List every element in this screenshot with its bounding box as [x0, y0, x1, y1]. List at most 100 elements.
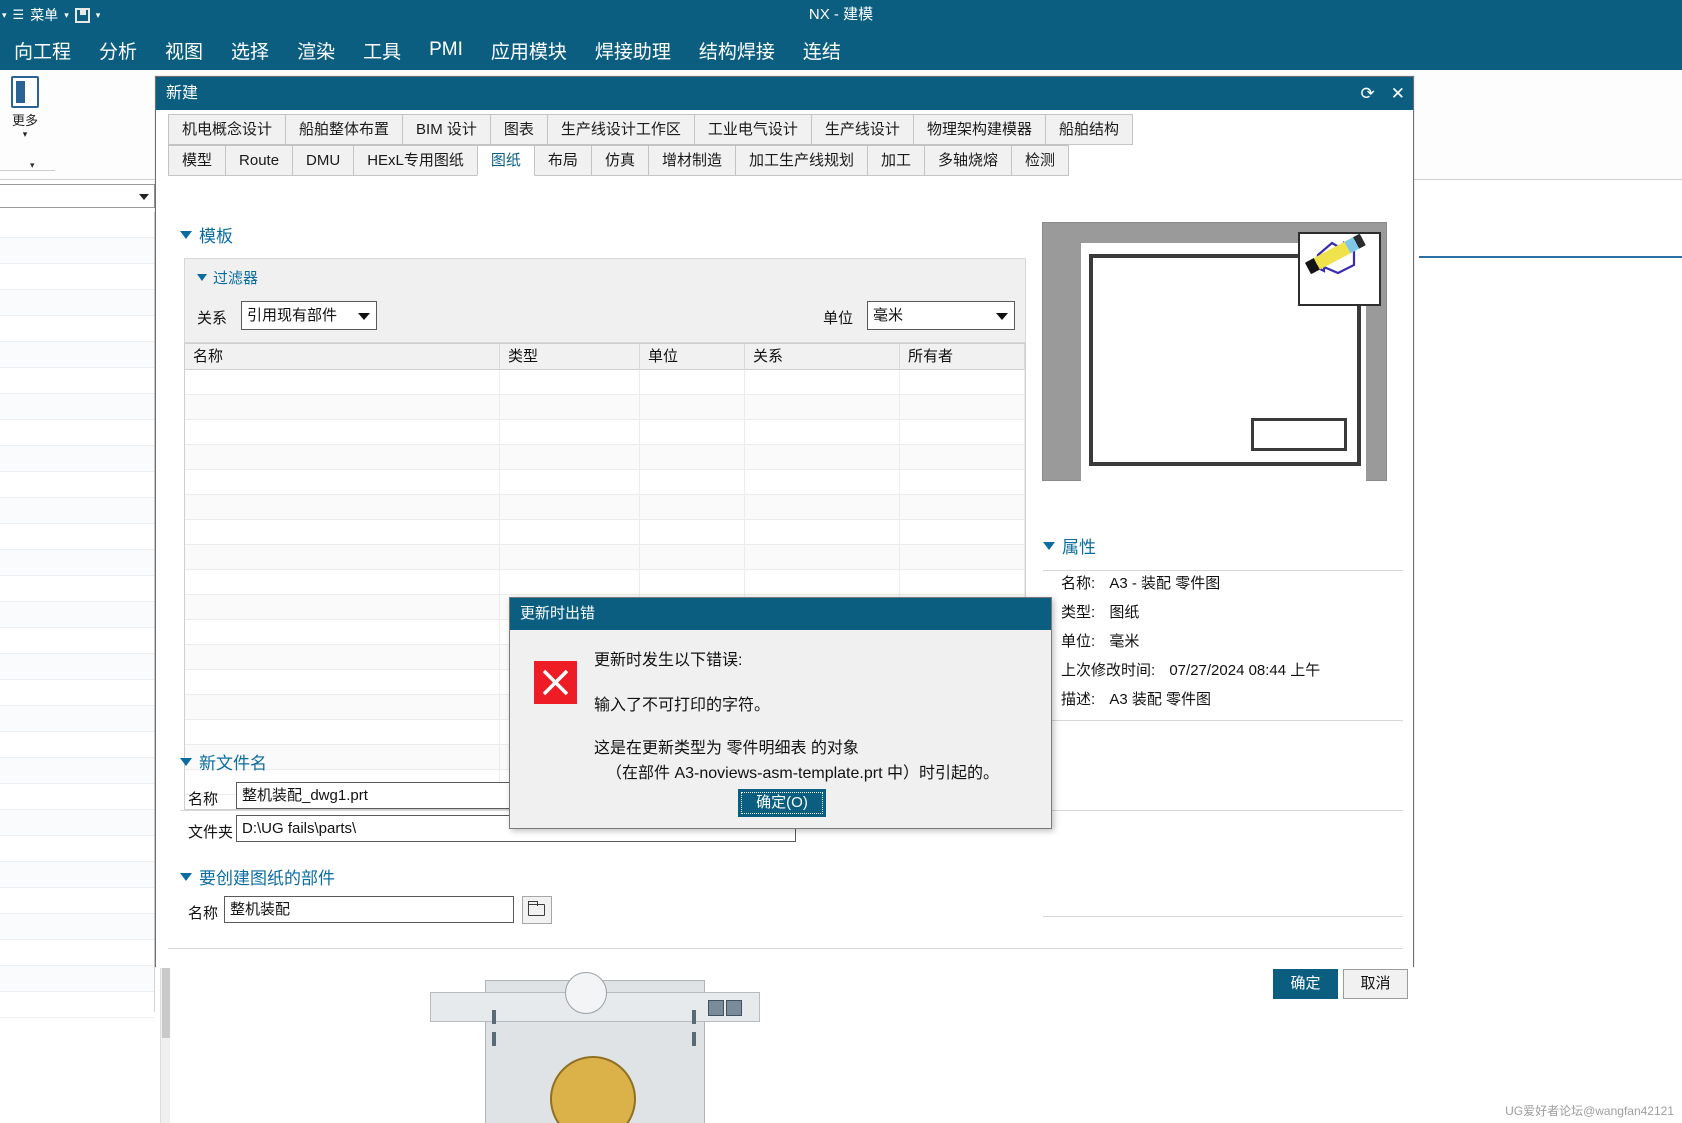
- tab-jiagong[interactable]: 加工: [866, 145, 925, 176]
- tree-row[interactable]: [0, 472, 154, 498]
- tree-row[interactable]: [0, 706, 154, 732]
- dialog-tabs-row-1[interactable]: 机电概念设计 船舶整体布置 BIM 设计 图表 生产线设计工作区 工业电气设计 …: [168, 114, 1133, 145]
- dialog-cancel-button[interactable]: 取消: [1343, 969, 1408, 999]
- ribbon-tab-9[interactable]: 结构焊接: [685, 37, 789, 64]
- more-caret-icon[interactable]: ▾: [2, 129, 48, 140]
- tree-row[interactable]: [0, 654, 154, 680]
- tree-row[interactable]: [0, 914, 154, 940]
- col-header-units[interactable]: 单位: [640, 344, 745, 370]
- tree-row[interactable]: [0, 420, 154, 446]
- table-row[interactable]: [185, 570, 1025, 595]
- tab-bim[interactable]: BIM 设计: [402, 114, 491, 145]
- filter-section-header[interactable]: 过滤器: [197, 267, 258, 288]
- tab-shengchanxian-sheji[interactable]: 生产线设计: [810, 114, 914, 145]
- tree-row[interactable]: [0, 836, 154, 862]
- properties-section-header[interactable]: 属性: [1043, 533, 1096, 558]
- units-combobox[interactable]: 毫米: [867, 301, 1015, 330]
- table-row[interactable]: [185, 470, 1025, 495]
- table-row[interactable]: [185, 445, 1025, 470]
- graphics-scrollbar[interactable]: [160, 960, 170, 1123]
- ribbon-tab-4[interactable]: 渲染: [283, 37, 349, 64]
- new-file-dialog[interactable]: 新建 ⟳ ✕ 机电概念设计 船舶整体布置 BIM 设计 图表 生产线设计工作区 …: [155, 76, 1414, 999]
- tab-zengcai[interactable]: 增材制造: [647, 145, 736, 176]
- tree-row[interactable]: [0, 862, 154, 888]
- table-row[interactable]: [185, 420, 1025, 445]
- dialog-window-controls[interactable]: ⟳ ✕: [1361, 77, 1406, 110]
- save-caret-icon[interactable]: ▾: [96, 10, 101, 20]
- tab-wuli-jiagou[interactable]: 物理架构建模器: [912, 114, 1046, 145]
- col-header-name[interactable]: 名称: [185, 344, 500, 370]
- tree-row[interactable]: [0, 446, 154, 472]
- table-row[interactable]: [185, 545, 1025, 570]
- tab-jidian-gainian[interactable]: 机电概念设计: [168, 114, 287, 145]
- menu-caret-icon[interactable]: ▾: [64, 10, 69, 20]
- tree-row[interactable]: [0, 498, 154, 524]
- quick-access-toolbar[interactable]: ▾ ☰ 菜单 ▾ ▾: [0, 4, 100, 26]
- collapse-triangle-icon[interactable]: [180, 757, 192, 766]
- tree-row[interactable]: [0, 394, 154, 420]
- tab-fangzhen[interactable]: 仿真: [590, 145, 649, 176]
- tab-tuzhi[interactable]: 图纸: [476, 145, 535, 176]
- tab-moxing[interactable]: 模型: [168, 145, 227, 176]
- scope-combobox[interactable]: 部件内: [0, 184, 155, 208]
- ribbon-tab-strip[interactable]: 向工程 分析 视图 选择 渲染 工具 PMI 应用模块 焊接助理 结构焊接 连结: [0, 30, 1682, 70]
- table-row[interactable]: [185, 370, 1025, 395]
- ribbon-tab-0[interactable]: 向工程: [0, 37, 85, 64]
- tree-row[interactable]: [0, 966, 154, 992]
- tree-row[interactable]: [0, 524, 154, 550]
- qat-caret-icon[interactable]: ▾: [2, 10, 7, 20]
- collapse-triangle-icon[interactable]: [180, 230, 192, 239]
- tab-tubiao[interactable]: 图表: [489, 114, 548, 145]
- ribbon-expand-caret-icon[interactable]: ▾: [30, 160, 35, 171]
- tree-row[interactable]: [0, 992, 154, 1018]
- tab-hexl[interactable]: HExL专用图纸: [353, 145, 478, 176]
- ribbon-tab-1[interactable]: 分析: [85, 37, 151, 64]
- newfile-section-header[interactable]: 新文件名: [180, 749, 267, 774]
- relation-combobox[interactable]: 引用现有部件: [241, 301, 377, 330]
- tree-row[interactable]: [0, 576, 154, 602]
- col-header-relation[interactable]: 关系: [745, 344, 900, 370]
- tree-row[interactable]: [0, 368, 154, 394]
- tab-gongye-dianqi[interactable]: 工业电气设计: [693, 114, 812, 145]
- part-section-header[interactable]: 要创建图纸的部件: [180, 864, 335, 889]
- tab-shengchanxian-gongzuoqu[interactable]: 生产线设计工作区: [546, 114, 695, 145]
- ribbon-tab-8[interactable]: 焊接助理: [581, 37, 685, 64]
- tree-row[interactable]: [0, 758, 154, 784]
- tree-row[interactable]: [0, 784, 154, 810]
- table-row[interactable]: [185, 495, 1025, 520]
- tree-row[interactable]: [0, 316, 154, 342]
- tree-row[interactable]: [0, 810, 154, 836]
- tree-row[interactable]: [0, 602, 154, 628]
- tree-row[interactable]: [0, 680, 154, 706]
- chevron-down-icon[interactable]: [996, 313, 1008, 320]
- tab-chuanbo-zhengti[interactable]: 船舶整体布置: [285, 114, 404, 145]
- ribbon-tab-3[interactable]: 选择: [217, 37, 283, 64]
- hamburger-icon[interactable]: ☰: [13, 7, 25, 23]
- tab-jiance[interactable]: 检测: [1011, 145, 1070, 176]
- tree-row[interactable]: [0, 212, 154, 238]
- collapse-triangle-icon[interactable]: [1043, 541, 1055, 550]
- ribbon-tab-10[interactable]: 连结: [789, 37, 855, 64]
- collapse-triangle-icon[interactable]: [197, 274, 207, 281]
- col-header-owner[interactable]: 所有者: [900, 344, 1025, 370]
- tab-dmu[interactable]: DMU: [292, 145, 355, 176]
- tree-row[interactable]: [0, 290, 154, 316]
- tree-row[interactable]: [0, 888, 154, 914]
- chevron-down-icon[interactable]: [139, 194, 149, 200]
- menu-button-label[interactable]: 菜单: [30, 5, 58, 25]
- error-ok-button[interactable]: 确定(O): [738, 789, 826, 817]
- tree-row[interactable]: [0, 732, 154, 758]
- ribbon-more-button[interactable]: 更多 ▾: [2, 74, 48, 140]
- ribbon-tab-7[interactable]: 应用模块: [477, 37, 581, 64]
- folder-browse-button[interactable]: [522, 896, 552, 924]
- tree-row[interactable]: [0, 342, 154, 368]
- ribbon-tab-6[interactable]: PMI: [415, 39, 477, 61]
- tab-duozhou[interactable]: 多轴烧熔: [924, 145, 1013, 176]
- tab-route[interactable]: Route: [225, 145, 294, 176]
- template-section-header[interactable]: 模板: [180, 222, 233, 247]
- update-error-dialog[interactable]: 更新时出错 更新时发生以下错误: 输入了不可打印的字符。 这是在更新类型为 零件…: [509, 597, 1052, 829]
- tree-row[interactable]: [0, 264, 154, 290]
- part-navigator-panel[interactable]: [0, 212, 155, 1018]
- tree-row[interactable]: [0, 940, 154, 966]
- tab-chuanbo-jiegou[interactable]: 船舶结构: [1044, 114, 1133, 145]
